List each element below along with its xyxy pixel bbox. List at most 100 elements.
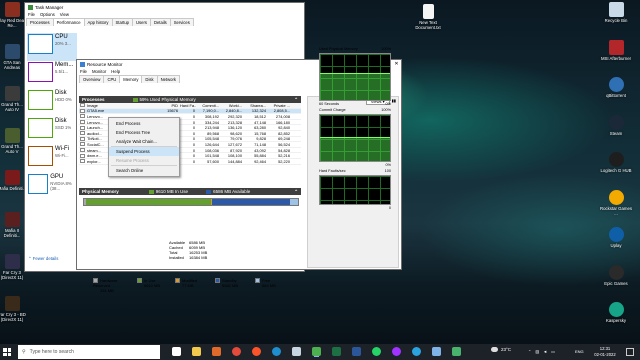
close-button[interactable]: ✕ — [392, 61, 401, 67]
desktop-icon[interactable]: Logitech G HUB — [599, 152, 633, 173]
tm-menu-file[interactable]: File — [28, 12, 35, 17]
rm-menu-file[interactable]: File — [80, 69, 87, 74]
tab-overview[interactable]: Overview — [79, 75, 105, 83]
column-header[interactable]: Sharea... — [243, 103, 267, 108]
speaker-icon[interactable]: ◄ — [543, 349, 547, 354]
desktop-icon[interactable]: Mafia Definiti... — [0, 170, 27, 191]
context-menu-item[interactable]: End Process — [109, 119, 179, 128]
perf-item-0[interactable]: CPU 20% 3... — [27, 33, 77, 61]
table-cell: 87,920 — [230, 147, 242, 153]
tab-performance[interactable]: Performance — [52, 18, 85, 26]
checkbox[interactable] — [80, 103, 85, 108]
tab-network[interactable]: Network — [156, 75, 180, 83]
checkbox[interactable] — [80, 148, 85, 153]
desktop-icon[interactable]: GTA San Andreas — [0, 44, 27, 70]
checkbox[interactable] — [80, 136, 85, 141]
edge-icon[interactable] — [272, 347, 281, 356]
tab-memory[interactable]: Memory — [119, 75, 143, 83]
column-header[interactable]: Hard Fa... — [179, 103, 196, 108]
tab-startup[interactable]: Startup — [111, 18, 134, 26]
brave-icon[interactable] — [252, 347, 261, 356]
column-header[interactable]: Image — [86, 103, 161, 108]
rm-menu-help[interactable]: Help — [111, 69, 120, 74]
clock[interactable]: 12:31 02-01-2022 — [590, 346, 620, 357]
tray-weather[interactable]: 23°C — [491, 347, 511, 352]
desktop-icon[interactable]: Epic Games — [599, 264, 633, 286]
tm-menu-options[interactable]: Options — [40, 12, 55, 17]
desktop-icon[interactable]: Far Cry 3 (DirectX 11) — [0, 254, 27, 280]
perf-item-3[interactable]: Disk SSD 1% — [27, 117, 77, 145]
word-icon[interactable] — [352, 347, 361, 356]
perf-item-5[interactable]: GPU NVIDIA 8% (38... — [27, 173, 77, 201]
checkbox[interactable] — [80, 153, 85, 158]
language-indicator[interactable]: ENG — [575, 349, 584, 354]
column-header[interactable]: Private ... — [267, 103, 291, 108]
tab-details[interactable]: Details — [149, 18, 171, 26]
tab-processes[interactable]: Processes — [26, 18, 54, 26]
tm-menu-view[interactable]: View — [60, 12, 69, 17]
steam-icon[interactable] — [292, 347, 301, 356]
chrome-icon[interactable] — [232, 347, 241, 356]
tab-cpu[interactable]: CPU — [103, 75, 121, 83]
tab-services[interactable]: Services — [169, 18, 194, 26]
collapse-icon[interactable]: ⌃ — [294, 189, 298, 195]
task-manager-titlebar[interactable]: Task Manager — [25, 3, 304, 11]
rm-menu-monitor[interactable]: Monitor — [92, 69, 106, 74]
desktop-icon[interactable]: MSI Afterburner — [599, 39, 633, 61]
context-menu-item[interactable]: Suspend Process — [109, 147, 179, 156]
checkbox[interactable] — [80, 159, 85, 164]
excel-icon[interactable] — [332, 347, 341, 356]
context-menu-item[interactable]: Analyze Wait Chain... — [109, 137, 179, 146]
fewer-details-link[interactable]: ⌃ Fewer details — [28, 256, 58, 262]
whatsapp-icon[interactable] — [372, 347, 381, 356]
tab-disk[interactable]: Disk — [141, 75, 158, 83]
collapse-icon[interactable]: ⌃ — [294, 97, 298, 103]
tab-app-history[interactable]: App history — [83, 18, 113, 26]
task-view-icon[interactable] — [172, 347, 181, 356]
desktop-icon[interactable]: Grand Th... Auto V — [0, 128, 27, 154]
desktop-icon[interactable]: qBittorrent — [599, 77, 633, 98]
desktop-icon[interactable]: Mafia II Definiti... — [0, 212, 27, 238]
checkbox[interactable] — [80, 125, 85, 130]
start-button[interactable] — [3, 348, 11, 356]
column-header[interactable]: Commit... — [196, 103, 220, 108]
desktop-icon[interactable]: New Text Document.txt — [411, 4, 445, 30]
network-icon[interactable]: ▥ — [535, 349, 539, 354]
tab-users[interactable]: Users — [132, 18, 151, 26]
file-explorer-icon[interactable] — [192, 347, 201, 356]
messenger-icon[interactable] — [392, 347, 401, 356]
store-icon[interactable] — [432, 347, 441, 356]
desktop-icon[interactable]: Rockstar Games ... — [599, 189, 633, 216]
desktop-icon[interactable]: Kaspersky — [599, 302, 633, 323]
vpn-icon[interactable] — [452, 347, 461, 356]
desktop-icon[interactable]: Grand Th... Auto IV — [0, 86, 27, 112]
desktop-icon[interactable]: Play Red Dead Re... — [0, 2, 27, 28]
chevron-up-icon[interactable]: ⌃ — [528, 349, 531, 354]
battery-icon[interactable]: ▭ — [551, 349, 555, 354]
desktop-icon[interactable]: Recycle Bin — [599, 2, 633, 23]
graph-footer-right: 0% — [385, 163, 392, 167]
checkbox[interactable] — [80, 131, 85, 136]
physical-memory-header[interactable]: Physical Memory 9610 MB In Use 6586 MB A… — [79, 188, 301, 195]
perf-item-1[interactable]: Mem... 5.5/1... — [27, 61, 77, 89]
context-menu-item[interactable]: End Process Tree — [109, 128, 179, 137]
perf-item-4[interactable]: Wi-Fi Wi-Fi... — [27, 145, 77, 173]
context-menu-item[interactable]: Search Online — [109, 166, 179, 175]
column-header[interactable]: Worki... — [220, 103, 243, 108]
perf-item-2[interactable]: Disk HDD 0% — [27, 89, 77, 117]
desktop-icon[interactable]: Uplay — [599, 227, 633, 248]
notification-icon[interactable] — [626, 348, 634, 356]
desktop-icon[interactable]: Steam — [599, 114, 633, 136]
taskbar-search-box[interactable]: ⚲ Type here to search — [18, 345, 160, 359]
resource-monitor-icon[interactable] — [312, 347, 321, 356]
telegram-icon[interactable] — [412, 347, 421, 356]
checkbox[interactable] — [80, 142, 85, 147]
pane-menu-icon[interactable]: ▮▮ — [392, 98, 396, 105]
checkbox[interactable] — [80, 120, 85, 125]
desktop-icon[interactable]: Far Cry 3 - BD (DirectX 11) — [0, 296, 27, 322]
checkbox[interactable] — [80, 108, 85, 113]
column-header[interactable]: PID — [161, 103, 179, 108]
table-cell: 15676 — [167, 108, 178, 114]
media-player-icon[interactable] — [212, 347, 221, 356]
checkbox[interactable] — [80, 114, 85, 119]
